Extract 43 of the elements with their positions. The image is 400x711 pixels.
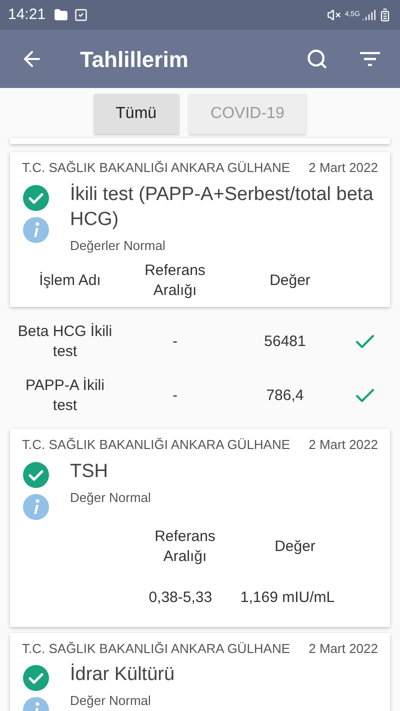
status-text: Değerler Normal bbox=[70, 236, 166, 255]
check-circle-icon bbox=[22, 460, 50, 488]
result-card[interactable]: T.C. SAĞLIK BAKANLIĞI ANKARA GÜLHANE 2 Mart 2022 TSH Değer Normal Referans Aralığı Değer 0,38-5,33 1,169 mIU/mL bbox=[10, 429, 390, 626]
checkbox-icon bbox=[74, 8, 88, 22]
test-name: PAPP-A İkili test bbox=[24, 376, 106, 416]
check-circle-icon bbox=[22, 184, 50, 212]
test-title: TSH bbox=[70, 460, 109, 484]
column-header: Değer bbox=[274, 536, 316, 556]
page-title: Tahlillerim bbox=[80, 46, 188, 74]
reference-range: - bbox=[172, 386, 178, 406]
filter-icon[interactable] bbox=[360, 52, 380, 66]
filter-tab[interactable]: Tümü bbox=[94, 94, 179, 134]
status-text: Değer Normal bbox=[70, 488, 151, 507]
column-header: Referans Aralığı bbox=[154, 526, 216, 566]
lab-name: T.C. SAĞLIK BAKANLIĞI ANKARA GÜLHANE bbox=[22, 159, 290, 177]
test-title: İkili test (PAPP-A+Serbest/total beta HCG) bbox=[70, 182, 374, 232]
result-date: 2 Mart 2022 bbox=[308, 159, 378, 177]
reference-range: 0,38-5,33 bbox=[148, 588, 212, 608]
result-value: 56481 bbox=[264, 332, 306, 352]
column-header: Değer bbox=[270, 271, 310, 291]
result-value: 1,169 mIU/mL bbox=[240, 588, 335, 608]
mute-icon bbox=[326, 8, 341, 22]
test-name: Beta HCG İkili test bbox=[16, 322, 114, 362]
lab-name: T.C. SAĞLIK BAKANLIĞI ANKARA GÜLHANE bbox=[22, 640, 290, 658]
result-card[interactable]: T.C. SAĞLIK BAKANLIĞI ANKARA GÜLHANE 2 Mart 2022 İkili test (PAPP-A+Serbest/total beta HCG) Değerler Normal İşlem Adı Referans Aralığı Değer bbox=[10, 152, 390, 307]
result-date: 2 Mart 2022 bbox=[308, 436, 378, 454]
status-time: 14:21 bbox=[8, 4, 46, 25]
column-header: Referans Aralığı bbox=[144, 261, 206, 301]
battery-icon bbox=[378, 8, 392, 22]
check-circle-icon bbox=[22, 664, 50, 692]
result-value: 786,4 bbox=[266, 386, 304, 406]
result-card[interactable]: T.C. SAĞLIK BAKANLIĞI ANKARA GÜLHANE 2 Mart 2022 İdrar Kültürü Değer Normal bbox=[10, 632, 390, 711]
lab-name: T.C. SAĞLIK BAKANLIĞI ANKARA GÜLHANE bbox=[22, 436, 290, 454]
info-icon bbox=[22, 492, 50, 520]
status-text: Değer Normal bbox=[70, 692, 152, 710]
info-icon bbox=[22, 216, 50, 244]
test-title: İdrar Kültürü bbox=[70, 662, 175, 687]
result-date: 2 Mart 2022 bbox=[308, 640, 378, 658]
folder-icon bbox=[54, 8, 68, 22]
search-icon[interactable] bbox=[306, 48, 328, 70]
signal-icon bbox=[362, 8, 376, 22]
column-header: İşlem Adı bbox=[39, 271, 101, 291]
reference-range: - bbox=[172, 332, 178, 352]
